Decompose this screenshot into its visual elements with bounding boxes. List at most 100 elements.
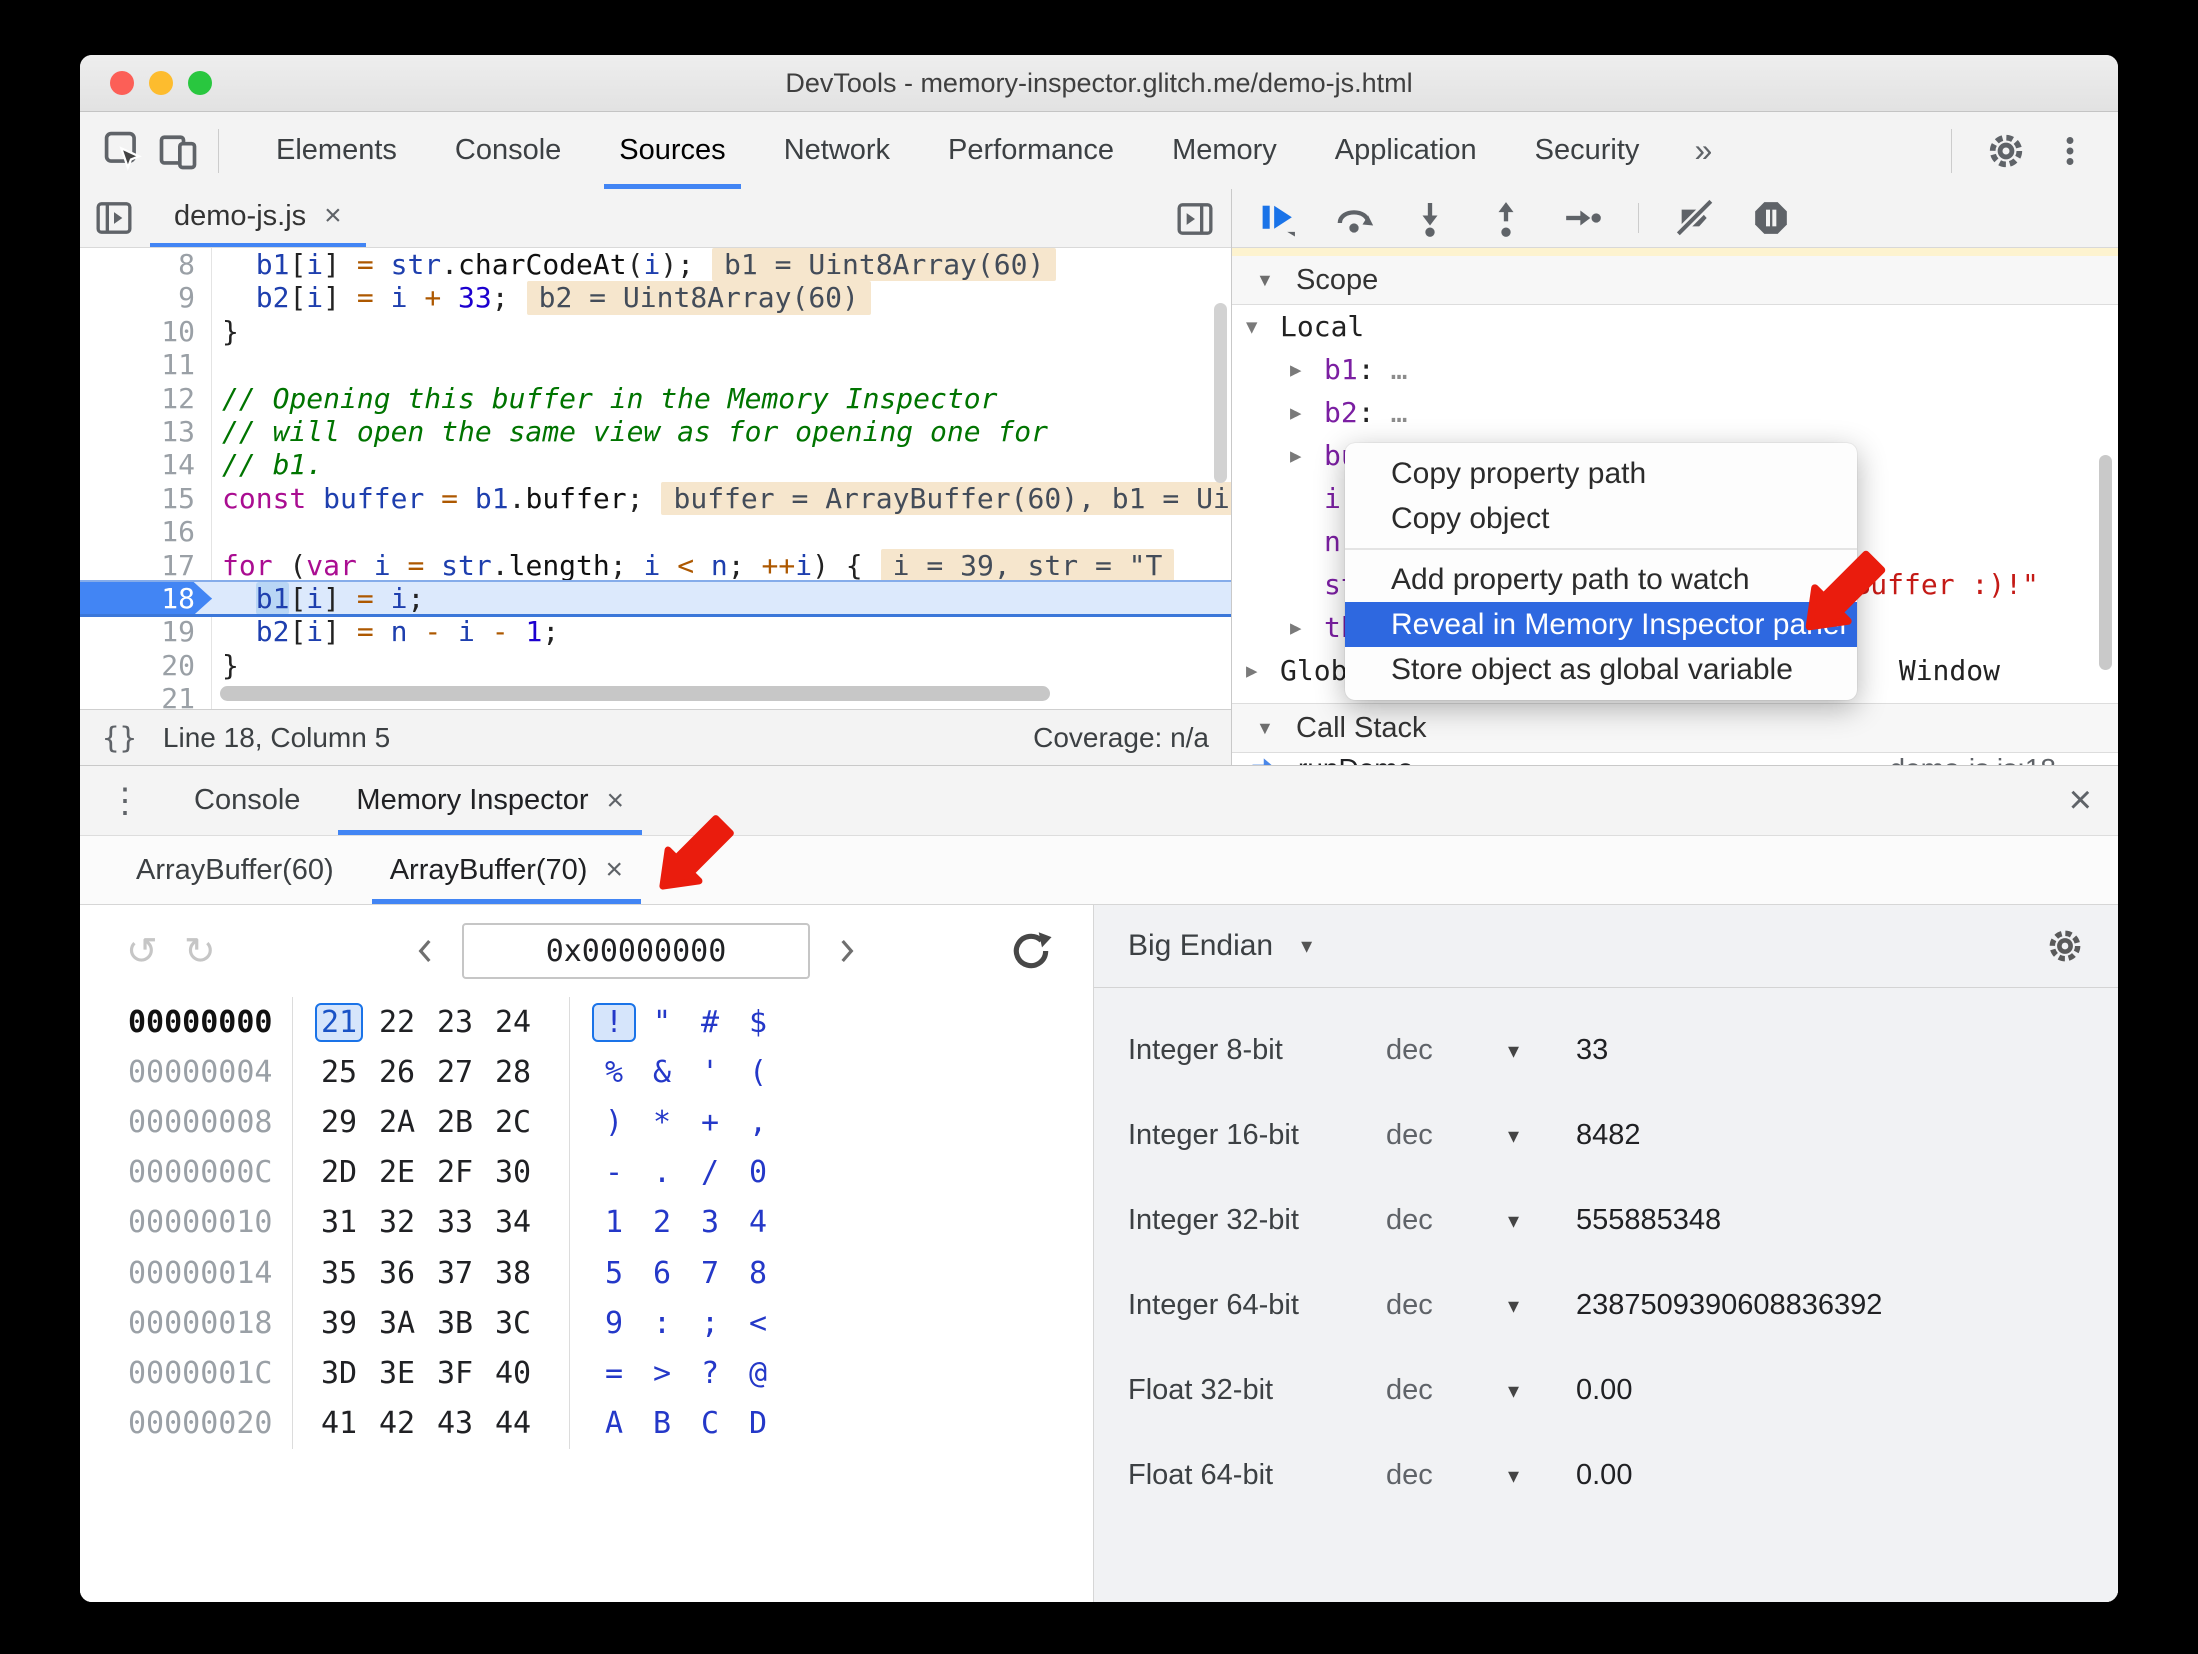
line-number[interactable]: 14 — [80, 448, 212, 482]
ascii-char[interactable]: & — [640, 1053, 684, 1092]
hex-byte[interactable]: 29 — [315, 1103, 363, 1142]
ascii-char[interactable]: + — [688, 1103, 732, 1142]
ascii-char[interactable]: 8 — [736, 1254, 780, 1293]
step-into-icon[interactable] — [1410, 198, 1450, 238]
twisty-icon[interactable]: ▶ — [1290, 445, 1324, 467]
hex-byte[interactable]: 2F — [431, 1153, 479, 1192]
chevron-down-icon[interactable]: ▾ — [1508, 1463, 1519, 1489]
twisty-icon[interactable]: ▶ — [1290, 402, 1324, 424]
interpretation-settings-gear-icon[interactable] — [2046, 927, 2084, 965]
close-drawer-icon[interactable]: × — [2069, 766, 2092, 835]
hex-byte[interactable]: 42 — [373, 1404, 421, 1443]
chevron-down-icon[interactable]: ▾ — [1508, 1293, 1519, 1319]
ascii-char[interactable]: , — [736, 1103, 780, 1142]
code-line-11[interactable]: 11 — [80, 348, 1231, 382]
code-line-9[interactable]: 9 b2[i] = i + 33; b2 = Uint8Array(60) — [80, 281, 1231, 315]
hex-byte[interactable]: 3F — [431, 1354, 479, 1393]
menu-item-reveal-in-memory-inspector-panel[interactable]: Reveal in Memory Inspector panel — [1345, 602, 1857, 647]
ascii-char[interactable]: = — [592, 1354, 636, 1393]
kebab-menu-icon[interactable] — [2052, 131, 2088, 171]
format-select[interactable]: dec — [1386, 1289, 1433, 1322]
code-line-19[interactable]: 19 b2[i] = n - i - 1; — [80, 615, 1231, 649]
hex-byte[interactable]: 32 — [373, 1203, 421, 1242]
previous-page-icon[interactable] — [410, 935, 442, 967]
code-line-8[interactable]: 8 b1[i] = str.charCodeAt(i); b1 = Uint8Ar… — [80, 248, 1231, 282]
twisty-icon[interactable]: ▼ — [1246, 316, 1280, 338]
line-number[interactable]: 12 — [80, 381, 212, 415]
close-window-button[interactable] — [110, 71, 134, 95]
buffer-tab-arraybuffer-70-[interactable]: ArrayBuffer(70) × — [362, 836, 651, 904]
line-number[interactable]: 8 — [80, 248, 212, 282]
more-panels-button[interactable]: » — [1668, 112, 1738, 189]
hex-byte[interactable]: 3C — [489, 1304, 537, 1343]
format-select[interactable]: dec — [1386, 1119, 1433, 1152]
history-forward-icon[interactable]: ↻ — [184, 929, 216, 974]
ascii-char[interactable]: > — [640, 1354, 684, 1393]
line-number[interactable]: 19 — [80, 615, 212, 649]
ascii-char[interactable]: B — [640, 1404, 684, 1443]
hex-byte[interactable]: 28 — [489, 1053, 537, 1092]
hex-byte[interactable]: 38 — [489, 1254, 537, 1293]
hex-byte[interactable]: 44 — [489, 1404, 537, 1443]
toggle-navigator-icon[interactable] — [94, 198, 134, 238]
scope-section-header[interactable]: ▼ Scope — [1232, 256, 2118, 305]
ascii-char[interactable]: 5 — [592, 1254, 636, 1293]
code-line-15[interactable]: 15 const buffer = b1.buffer; buffer = Arra… — [80, 481, 1231, 516]
hex-byte[interactable]: 40 — [489, 1354, 537, 1393]
callstack-frame[interactable]: runDemo demo-js.js:18 — [1232, 753, 2118, 765]
pause-on-exceptions-icon[interactable] — [1751, 198, 1791, 238]
hex-byte[interactable]: 2C — [489, 1103, 537, 1142]
hex-byte[interactable]: 35 — [315, 1254, 363, 1293]
line-number[interactable]: 17 — [80, 548, 212, 582]
ascii-char[interactable]: 1 — [592, 1203, 636, 1242]
settings-gear-icon[interactable] — [1986, 131, 2026, 171]
tab-sources[interactable]: Sources — [590, 112, 754, 189]
chevron-down-icon[interactable]: ▾ — [1508, 1208, 1519, 1234]
tab-security[interactable]: Security — [1506, 112, 1669, 189]
scope-row-local[interactable]: ▼ Local — [1232, 305, 2118, 348]
minimize-window-button[interactable] — [149, 71, 173, 95]
hex-byte[interactable]: 2D — [315, 1153, 363, 1192]
callstack-section-header[interactable]: ▼ Call Stack — [1232, 703, 2118, 753]
hex-byte[interactable]: 39 — [315, 1304, 363, 1343]
hex-byte[interactable]: 3E — [373, 1354, 421, 1393]
vertical-scrollbar[interactable] — [1214, 303, 1227, 483]
twisty-icon[interactable]: ▶ — [1290, 617, 1324, 639]
close-file-tab-icon[interactable]: × — [324, 199, 342, 233]
ascii-char[interactable]: ! — [592, 1002, 636, 1042]
line-number[interactable]: 18 — [80, 581, 212, 616]
hex-byte[interactable]: 33 — [431, 1203, 479, 1242]
tab-application[interactable]: Application — [1306, 112, 1506, 189]
format-select[interactable]: dec — [1386, 1204, 1433, 1237]
line-number[interactable]: 21 — [80, 682, 212, 709]
ascii-char[interactable]: A — [592, 1404, 636, 1443]
ascii-char[interactable]: 4 — [736, 1203, 780, 1242]
chevron-down-icon[interactable]: ▾ — [1301, 933, 1312, 959]
ascii-char[interactable]: C — [688, 1404, 732, 1443]
ascii-char[interactable]: ; — [688, 1304, 732, 1343]
hex-byte[interactable]: 21 — [315, 1002, 363, 1042]
line-number[interactable]: 15 — [80, 481, 212, 516]
hex-byte[interactable]: 2B — [431, 1103, 479, 1142]
ascii-char[interactable]: 7 — [688, 1254, 732, 1293]
menu-item-copy-object[interactable]: Copy object — [1345, 496, 1857, 541]
ascii-char[interactable]: ) — [592, 1103, 636, 1142]
ascii-char[interactable]: < — [736, 1304, 780, 1343]
tab-memory[interactable]: Memory — [1143, 112, 1306, 189]
step-icon[interactable] — [1562, 198, 1602, 238]
ascii-char[interactable]: @ — [736, 1354, 780, 1393]
collapse-icon[interactable]: ▼ — [1256, 270, 1282, 291]
step-out-icon[interactable] — [1486, 198, 1526, 238]
hex-byte[interactable]: 3B — [431, 1304, 479, 1343]
ascii-char[interactable]: : — [640, 1304, 684, 1343]
resume-script-icon[interactable] — [1258, 198, 1298, 238]
hex-byte[interactable]: 24 — [489, 1003, 537, 1042]
scope-scrollbar[interactable] — [2099, 455, 2112, 670]
ascii-char[interactable]: $ — [736, 1003, 780, 1042]
line-number[interactable]: 10 — [80, 314, 212, 349]
scope-row-b2[interactable]: ▶ b2:… — [1232, 391, 2118, 434]
line-number[interactable]: 9 — [80, 281, 212, 315]
code-line-17[interactable]: 17 for (var i = str.length; i < n; ++i) {… — [80, 548, 1231, 582]
refresh-icon[interactable] — [1009, 929, 1053, 973]
line-number[interactable]: 20 — [80, 648, 212, 683]
